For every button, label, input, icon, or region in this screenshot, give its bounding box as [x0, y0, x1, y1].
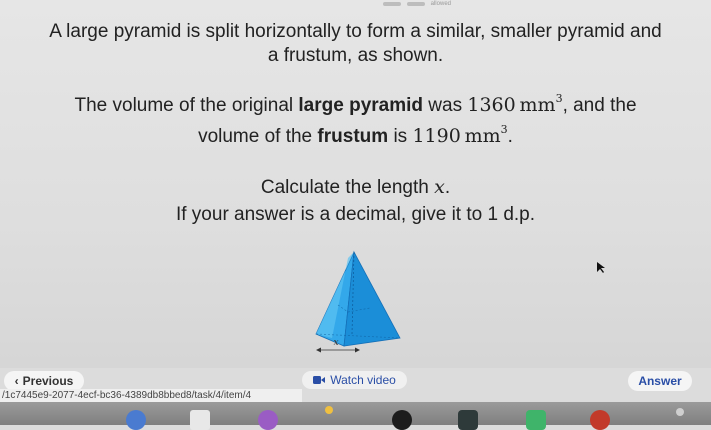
- dock-app-icon[interactable]: [676, 408, 684, 416]
- value: 1360: [467, 94, 516, 116]
- text: .: [507, 126, 513, 147]
- text: The volume of the original: [74, 95, 294, 116]
- video-camera-icon: [313, 376, 326, 384]
- text: Calculate the length: [260, 177, 429, 198]
- arrow-head-right: [355, 347, 360, 353]
- cube-sup: 3: [555, 92, 563, 105]
- chevron-left-icon: ‹: [14, 374, 19, 388]
- text: is: [393, 126, 408, 147]
- text: was: [428, 95, 463, 116]
- question-line-1: A large pyramid is split horizontally to…: [49, 21, 662, 42]
- dock-app-icon[interactable]: [325, 406, 333, 414]
- question-line-6: If your answer is a decimal, give it to …: [175, 204, 536, 225]
- unit: mm: [519, 94, 556, 116]
- pyramid-figure: x: [315, 250, 401, 353]
- value: 1190: [412, 125, 461, 147]
- unit: mm: [464, 125, 501, 147]
- question-line-2: a frustum, as shown.: [267, 45, 444, 66]
- question-line-4: volume of the frustum is 1190 mm3.: [0, 124, 711, 149]
- dock-app-icon[interactable]: [126, 410, 146, 430]
- volume-large: 1360 mm3: [467, 92, 563, 116]
- dock-app-icon[interactable]: [392, 410, 412, 430]
- page: allowed A large pyramid is split horizon…: [0, 0, 711, 368]
- answer-button[interactable]: Answer: [628, 371, 692, 391]
- dock-app-icon[interactable]: [590, 410, 610, 430]
- mail-icon[interactable]: [190, 410, 210, 430]
- cube-sup: 3: [500, 123, 508, 136]
- toolbar-pill: [406, 2, 425, 6]
- dock-app-icon[interactable]: [526, 410, 546, 430]
- text: , and the: [562, 95, 637, 116]
- variable-x: x: [434, 176, 445, 198]
- dock-app-icon[interactable]: [458, 410, 478, 430]
- arrow-head-left: [316, 347, 321, 353]
- mouse-cursor-icon: [597, 262, 605, 273]
- text: .: [444, 177, 451, 198]
- watch-video-button[interactable]: Watch video: [302, 371, 407, 389]
- question-line-5: Calculate the length x.: [0, 175, 711, 200]
- previous-label: Previous: [22, 374, 74, 388]
- dock-app-icon[interactable]: [258, 410, 278, 430]
- bold-text-large-pyramid: large pyramid: [298, 95, 423, 116]
- toolbar-pill: [382, 2, 401, 6]
- top-toolbar: allowed: [382, 0, 451, 8]
- url-text: /1c7445e9-2077-4ecf-bc36-4389db8bbed8/ta…: [0, 389, 302, 402]
- dimension-label-x: x: [333, 338, 338, 348]
- toolbar-text: allowed: [430, 1, 451, 7]
- text: volume of the: [198, 126, 313, 147]
- bold-text-frustum: frustum: [317, 126, 389, 147]
- watch-label: Watch video: [330, 373, 396, 387]
- volume-frustum: 1190 mm3: [412, 123, 508, 147]
- question-line-3: The volume of the original large pyramid…: [0, 93, 711, 118]
- taskbar: [0, 402, 711, 430]
- previous-button[interactable]: ‹ Previous: [4, 371, 84, 391]
- pyramid-front-face: [343, 250, 401, 347]
